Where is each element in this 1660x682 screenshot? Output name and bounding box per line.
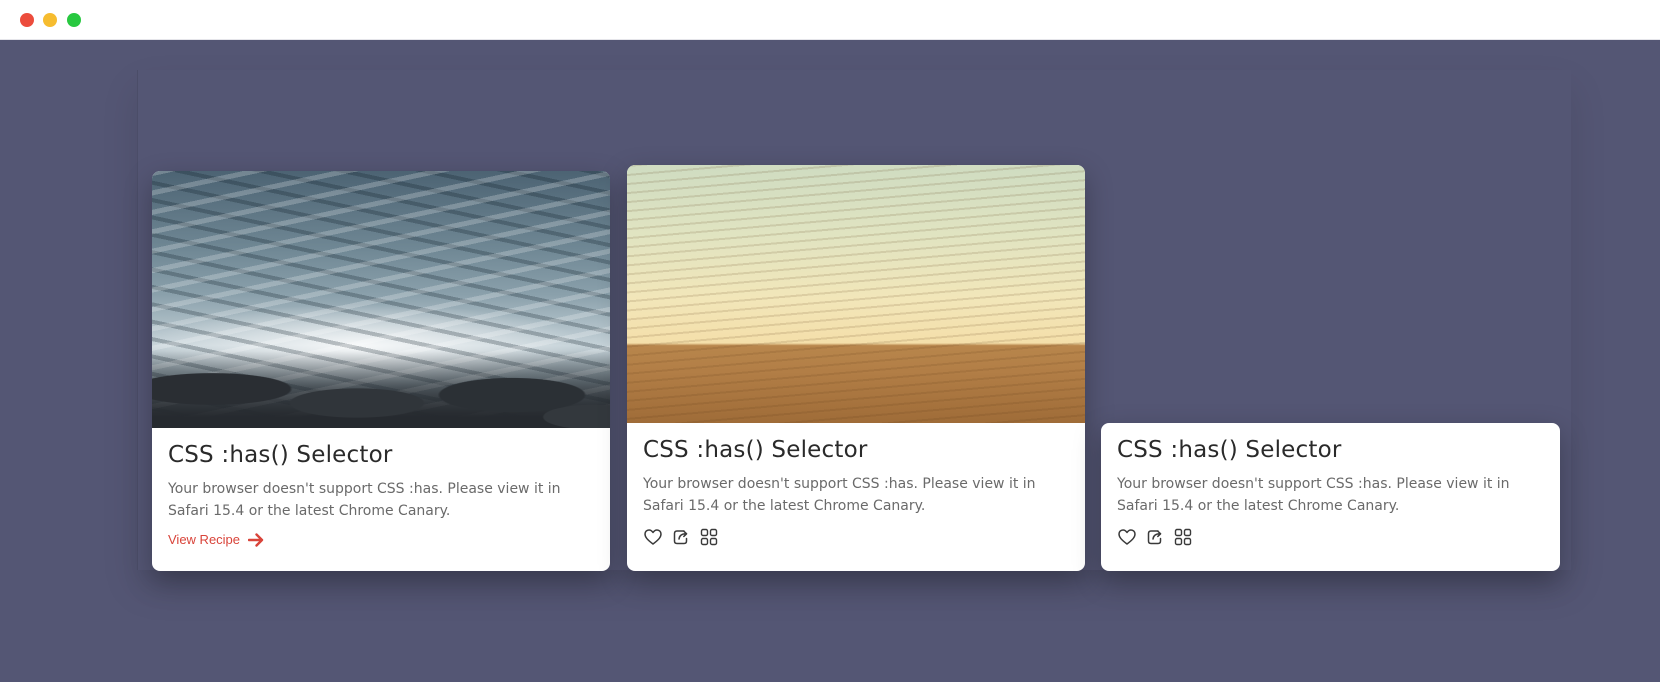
card-description: Your browser doesn't support CSS :has. P…	[643, 476, 1036, 514]
arrow-right-icon	[248, 532, 264, 547]
ocean-waves-photo	[152, 171, 610, 428]
view-recipe-label: View Recipe	[168, 532, 241, 547]
card-title: CSS :has() Selector	[168, 442, 393, 468]
card-description: Your browser doesn't support CSS :has. P…	[1117, 476, 1510, 514]
share-icon[interactable]	[671, 527, 691, 547]
card-title: CSS :has() Selector	[1117, 437, 1342, 463]
grid-icon[interactable]	[1173, 527, 1193, 547]
photo-card: CSS :has() Selector Your browser doesn't…	[627, 165, 1085, 571]
card-actions	[643, 527, 1069, 547]
grid-icon[interactable]	[699, 527, 719, 547]
minimize-window-button[interactable]	[43, 13, 57, 27]
maximize-window-button[interactable]	[67, 13, 81, 27]
view-recipe-link[interactable]: View Recipe	[168, 532, 264, 547]
recipe-card: CSS :has() Selector Your browser doesn't…	[152, 171, 610, 571]
heart-icon[interactable]	[643, 527, 663, 547]
card-title: CSS :has() Selector	[643, 437, 868, 463]
card-description: Your browser doesn't support CSS :has. P…	[168, 481, 561, 519]
browser-window-bar	[0, 0, 1660, 40]
card-actions	[1117, 527, 1544, 547]
share-icon[interactable]	[1145, 527, 1165, 547]
text-card: CSS :has() Selector Your browser doesn't…	[1101, 423, 1560, 571]
desert-horizon-photo	[627, 165, 1085, 423]
heart-icon[interactable]	[1117, 527, 1137, 547]
close-window-button[interactable]	[20, 13, 34, 27]
